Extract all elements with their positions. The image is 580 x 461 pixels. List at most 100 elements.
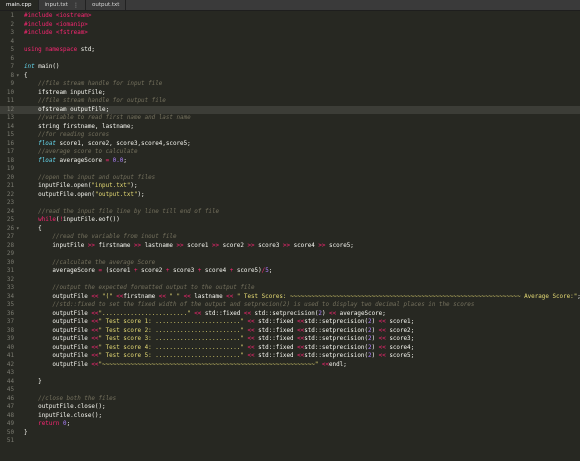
code-line[interactable]: 30 //calculate the average Score [0, 259, 580, 268]
code-token: outputFile.open( [24, 191, 95, 198]
code-line[interactable]: 35 //std::fixed to set the fixed width o… [0, 301, 580, 310]
code-token: score3 [258, 242, 283, 249]
code-line[interactable]: 36 outputFile <<".......................… [0, 310, 580, 319]
code-line[interactable]: 46 //close both the files [0, 395, 580, 404]
code-line[interactable]: 45 [0, 386, 580, 395]
code-line[interactable]: 38 outputFile <<" Test score 2: ........… [0, 327, 580, 336]
code-token: (score1 [105, 268, 134, 274]
code-line[interactable]: 5 using namespace std; [0, 46, 580, 55]
code-line[interactable]: 17 //average score to calculate [0, 148, 580, 157]
code-line[interactable]: 40 outputFile <<" Test score 4: ........… [0, 344, 580, 353]
fold-arrow-icon[interactable]: ▾ [16, 72, 20, 81]
code-line[interactable]: 44 } [0, 378, 580, 387]
code-line[interactable]: 28 inputFile >> firstname >> lastname >>… [0, 242, 580, 251]
code-token: + [133, 268, 142, 274]
tab-output-txt[interactable]: output.txt [85, 0, 127, 10]
code-line[interactable]: 12 ofstream outputFile; [0, 105, 580, 114]
line-number: 16 [6, 140, 14, 147]
code-text: inputFile.open("input.txt"); [24, 182, 137, 191]
code-line[interactable]: 25 while(!inputFile.eof()) [0, 216, 580, 225]
tab-input-txt[interactable]: input.txt ⋮ [38, 0, 86, 10]
code-token: "........................" [98, 310, 195, 317]
code-token: main() [38, 64, 60, 70]
code-line[interactable]: 19 [0, 165, 580, 174]
code-line[interactable]: 50} [0, 429, 580, 438]
code-token: >> [318, 242, 330, 249]
code-token: averageScore [24, 268, 99, 274]
code-line[interactable]: 51 [0, 437, 580, 446]
code-token: << [183, 293, 195, 300]
code-line[interactable]: 48 inputFile.close(); [0, 412, 580, 421]
code-token: { [24, 225, 42, 232]
code-line[interactable]: 1 #include <iostream> [0, 12, 580, 21]
more-options-icon[interactable]: ⋮ [73, 2, 79, 9]
line-number: 25 [6, 217, 14, 223]
code-text: inputFile >> firstname >> lastname >> sc… [24, 242, 354, 251]
line-number: 5 [10, 47, 14, 53]
code-line[interactable]: 27 //read the variable from inout file [0, 233, 580, 242]
line-number: 28 [6, 242, 14, 249]
code-token: score1, score2, score3,score4,score5; [59, 140, 191, 147]
code-line[interactable]: 33 //output the expected formatted outpu… [0, 284, 580, 293]
tab-main-cpp[interactable]: main.cpp [0, 0, 39, 10]
code-token: << [378, 319, 390, 325]
code-token: std::setprecision( [304, 319, 369, 325]
line-number: 33 [6, 285, 14, 291]
code-line[interactable]: 23 [0, 199, 580, 208]
code-line[interactable]: 31 averageScore = (score1 + score2 + sco… [0, 267, 580, 276]
code-line[interactable]: 3 #include <fstream> [0, 29, 580, 38]
line-number: 51 [6, 438, 14, 444]
line-number: 41 [6, 353, 14, 359]
code-line[interactable]: 4 [0, 38, 580, 47]
line-number: 27 [6, 234, 14, 240]
code-line[interactable]: 42 outputFile <<"~~~~~~~~~~~~~~~~~~~~~~~… [0, 361, 580, 370]
code-line[interactable]: 14 string firstname, lastname; [0, 123, 580, 132]
code-editor[interactable]: 1 #include <iostream> 2 #include <iomanip> 3… [0, 11, 580, 461]
code-token: ; [66, 421, 71, 427]
code-line[interactable]: 2 #include <iomanip> [0, 21, 580, 30]
code-line[interactable]: 6 [0, 55, 580, 64]
code-text: outputFile <<" Test score 5: ...........… [24, 352, 414, 361]
code-line[interactable]: 20 //open the input and output files [0, 174, 580, 183]
code-line[interactable]: 37 outputFile <<" Test score 1: ........… [0, 318, 580, 327]
code-line[interactable]: 47 outputFile.close(); [0, 403, 580, 412]
code-line[interactable]: 21 inputFile.open("input.txt"); [0, 182, 580, 191]
code-token: //variable to read first name and last n… [24, 115, 191, 121]
code-line[interactable]: 39 outputFile <<" Test score 3: ........… [0, 335, 580, 344]
code-line[interactable]: 7 int main() [0, 63, 580, 72]
code-text: //average score to calculate [24, 148, 137, 157]
code-line[interactable]: 10 ifstream inputFile; [0, 89, 580, 98]
code-line[interactable]: 41 outputFile <<" Test score 5: ........… [0, 352, 580, 361]
code-line[interactable]: 13 //variable to read first name and las… [0, 114, 580, 123]
code-token: score1 [187, 242, 212, 249]
code-line[interactable]: 8 ▾ { [0, 72, 580, 81]
line-number: 32 [6, 276, 14, 283]
code-token: ) [371, 344, 379, 351]
line-number: 37 [6, 319, 14, 325]
code-line[interactable]: 9 //file stream handle for input file [0, 80, 580, 89]
code-token: score4; [389, 344, 415, 351]
code-token: ifstream inputFile; [24, 89, 106, 96]
line-number: 46 [6, 395, 14, 402]
code-token: score5; [389, 353, 415, 359]
code-line[interactable]: 26 ▾ { [0, 225, 580, 234]
code-token: averageScore [59, 157, 106, 164]
code-line[interactable]: 22 outputFile.open("output.txt"); [0, 191, 580, 200]
code-line[interactable]: 18 float averageScore = 0.0; [0, 157, 580, 166]
code-token: string firstname, lastname; [24, 123, 134, 130]
code-token: } [24, 429, 28, 436]
code-line[interactable]: 29 [0, 250, 580, 259]
code-line[interactable]: 11 //file stream handle for output file [0, 97, 580, 106]
line-number: 4 [10, 38, 14, 45]
code-line[interactable]: 49 return 0; [0, 420, 580, 429]
code-token: //for reading scores [24, 132, 110, 138]
fold-arrow-icon[interactable]: ▾ [16, 225, 20, 234]
code-line[interactable]: 43 [0, 369, 580, 378]
code-line[interactable]: 34 outputFile << "(" <<firstname << " " … [0, 293, 580, 302]
code-line[interactable]: 16 float score1, score2, score3,score4,s… [0, 140, 580, 149]
code-line[interactable]: 15 //for reading scores [0, 131, 580, 140]
code-line[interactable]: 24 //read the input file line by line ti… [0, 208, 580, 217]
code-line[interactable]: 32 [0, 276, 580, 285]
code-token: 0.0 [112, 157, 124, 164]
code-token: std::setprecision( [304, 353, 369, 359]
